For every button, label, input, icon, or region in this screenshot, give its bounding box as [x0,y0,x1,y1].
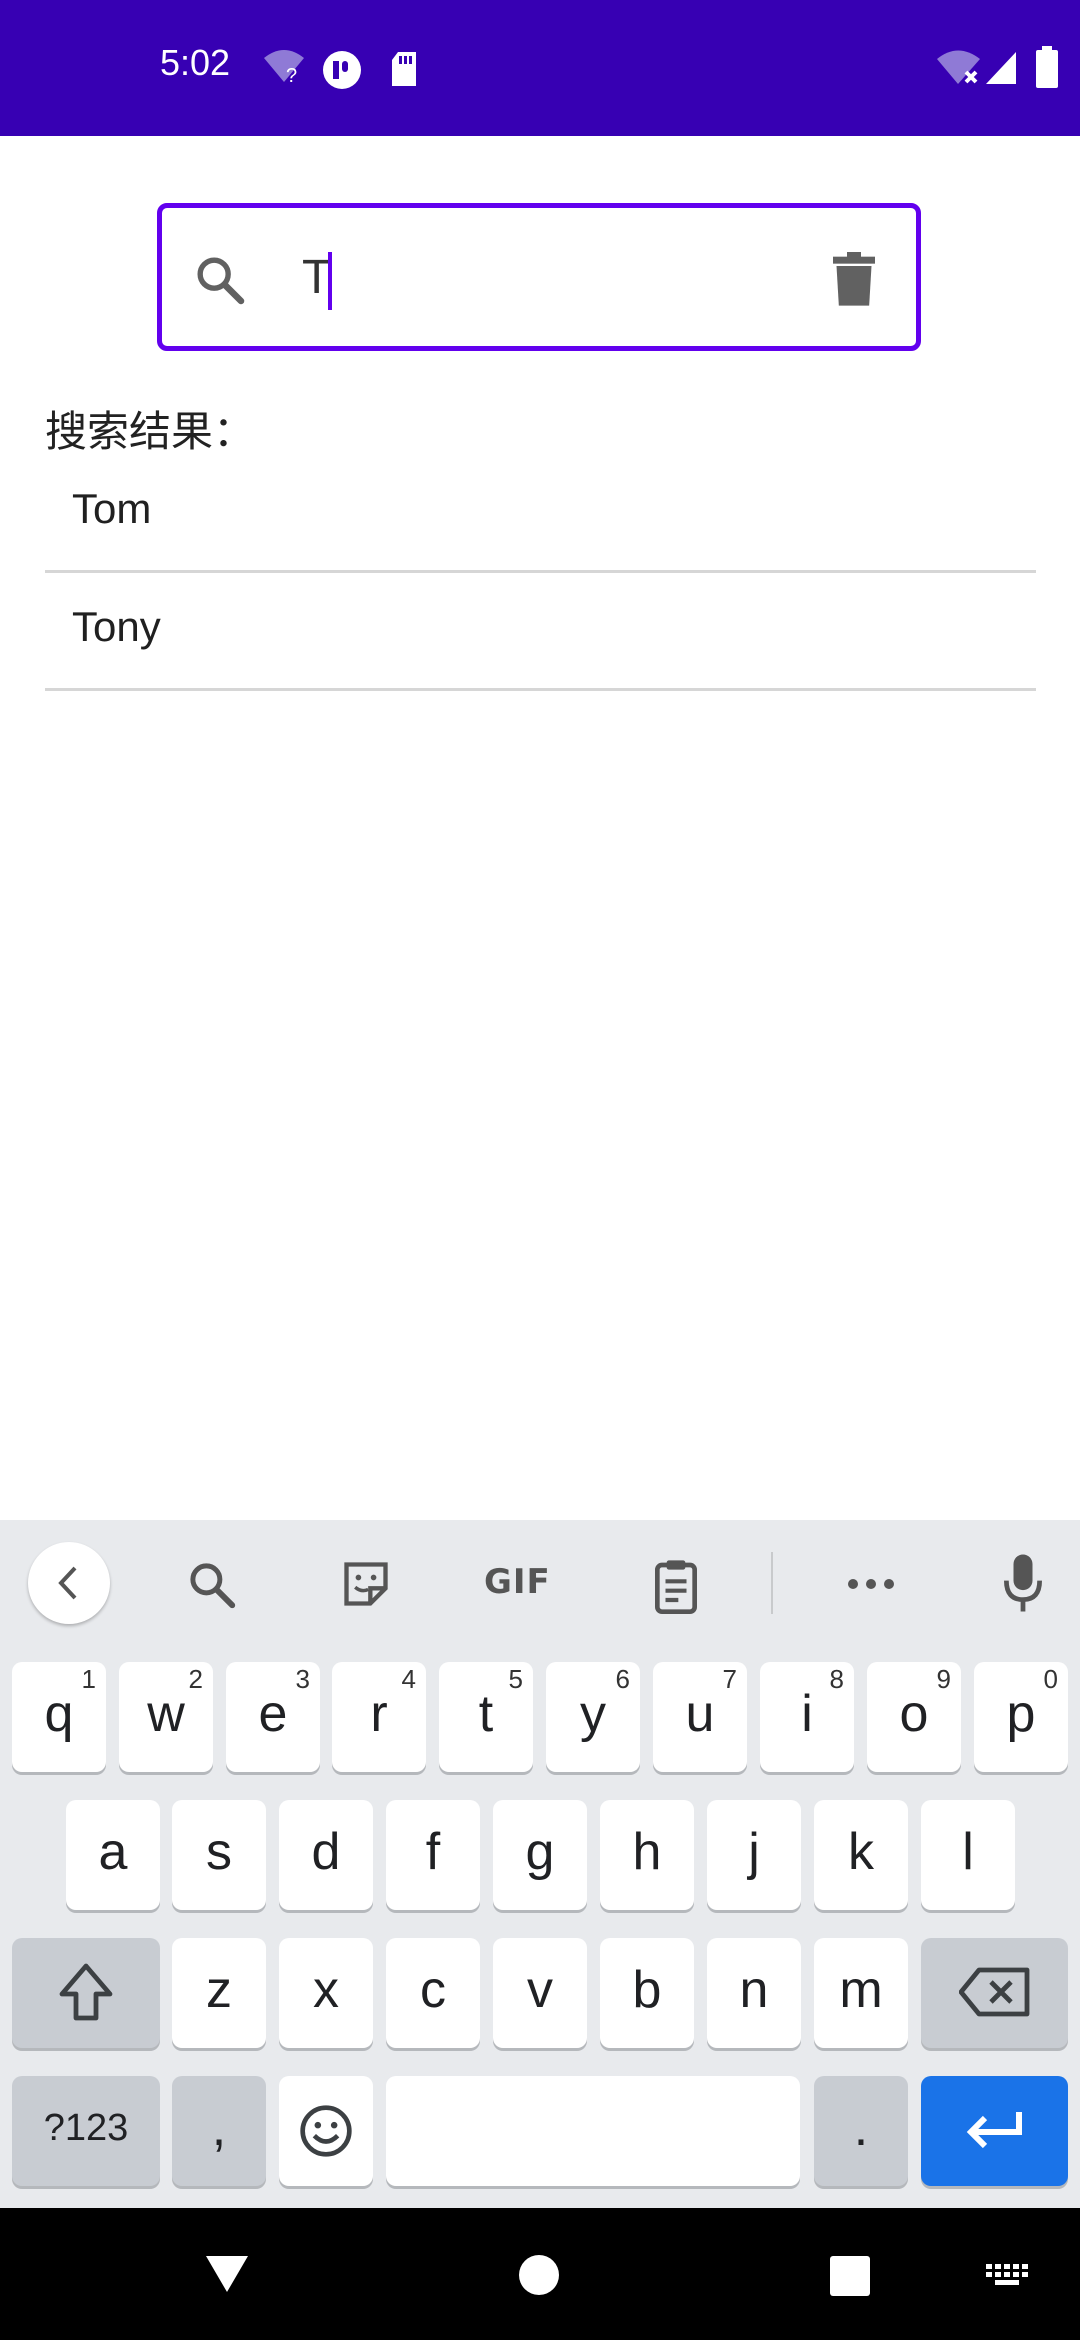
key-q[interactable]: q1 [12,1662,106,1772]
search-input[interactable]: T [302,250,331,305]
cell-signal-icon [986,52,1016,84]
enter-key[interactable] [921,2076,1068,2186]
key-c[interactable]: c [386,1938,480,2048]
space-key[interactable] [386,2076,800,2186]
key-s[interactable]: s [172,1800,266,1910]
more-icon[interactable] [846,1576,896,1592]
key-v[interactable]: v [493,1938,587,2048]
period-key[interactable]: . [814,2076,908,2186]
soft-keyboard: GIF q1 w2 e3 r4 t5 y6 u7 i8 o9 p0 a s d … [0,1520,1080,2208]
battery-icon [1036,46,1058,88]
toolbar-divider [771,1552,773,1614]
key-g[interactable]: g [493,1800,587,1910]
key-w[interactable]: w2 [119,1662,213,1772]
symbols-key[interactable]: ?123 [12,2076,160,2186]
key-k[interactable]: k [814,1800,908,1910]
search-icon [197,257,245,305]
key-r[interactable]: r4 [332,1662,426,1772]
key-l[interactable]: l [921,1800,1015,1910]
backspace-icon [959,1967,1030,2017]
key-e[interactable]: e3 [226,1662,320,1772]
key-a[interactable]: a [66,1800,160,1910]
clipboard-icon[interactable] [652,1558,700,1614]
svg-text:?: ? [286,65,297,84]
text-caret [328,252,332,310]
result-item-tom[interactable]: Tom [45,457,1036,573]
status-time: 5:02 [160,42,231,83]
keyboard-back-button[interactable] [28,1542,110,1624]
back-nav-icon[interactable] [204,2254,250,2294]
enter-icon [966,2112,1022,2149]
key-m[interactable]: m [814,1938,908,2048]
key-y[interactable]: y6 [546,1662,640,1772]
key-u[interactable]: u7 [653,1662,747,1772]
key-d[interactable]: d [279,1800,373,1910]
key-n[interactable]: n [707,1938,801,2048]
gif-button[interactable]: GIF [484,1562,551,1602]
backspace-key[interactable] [921,1938,1068,2048]
key-z[interactable]: z [172,1938,266,2048]
app-notification-icon [323,51,361,89]
back-icon [58,1566,77,1600]
result-item-tony[interactable]: Tony [45,575,1036,691]
sticker-icon[interactable] [340,1558,392,1610]
comma-key[interactable]: , [172,2076,266,2186]
key-h[interactable]: h [600,1800,694,1910]
wifi-question-icon: ? [264,50,304,84]
key-j[interactable]: j [707,1800,801,1910]
key-f[interactable]: f [386,1800,480,1910]
shift-key[interactable] [12,1938,160,2048]
key-o[interactable]: o9 [867,1662,961,1772]
key-t[interactable]: t5 [439,1662,533,1772]
recents-nav-icon[interactable] [830,2256,870,2296]
delete-icon[interactable] [830,252,878,308]
keyboard-toolbar: GIF [0,1520,1080,1646]
key-b[interactable]: b [600,1938,694,2048]
emoji-icon [300,2105,352,2157]
key-x[interactable]: x [279,1938,373,2048]
result-item-label: Tom [72,485,152,532]
navigation-bar [0,2208,1080,2340]
search-icon[interactable] [185,1558,239,1612]
search-box[interactable]: T [157,203,921,351]
shift-icon [59,1963,113,2021]
home-nav-icon[interactable] [518,2254,560,2296]
status-bar: 5:02 ? [0,0,1080,136]
emoji-key[interactable] [279,2076,373,2186]
key-i[interactable]: i8 [760,1662,854,1772]
result-item-label: Tony [72,603,161,650]
results-label: 搜索结果： [45,407,256,456]
keyboard-switch-icon[interactable] [986,2264,1030,2290]
wifi-off-icon [937,50,980,84]
key-p[interactable]: p0 [974,1662,1068,1772]
mic-icon[interactable] [1004,1554,1042,1612]
sd-card-icon [392,52,416,86]
